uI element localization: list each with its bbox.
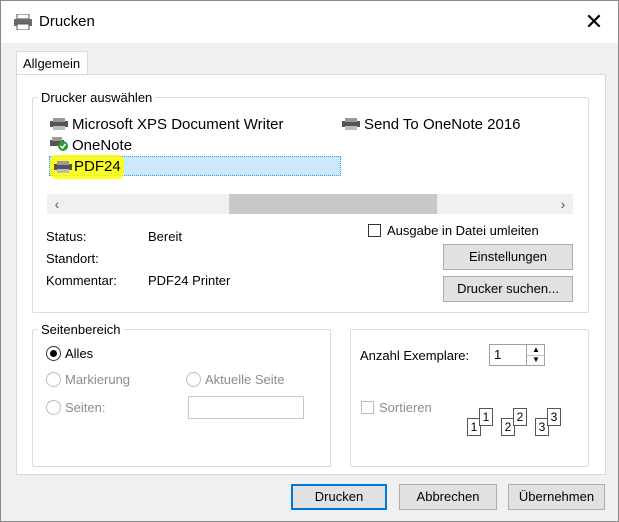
printer-item-pdf24[interactable]: PDF24 xyxy=(49,155,341,179)
printer-icon xyxy=(54,161,72,173)
horizontal-scrollbar[interactable]: ‹ › xyxy=(47,194,573,214)
radio-pages[interactable] xyxy=(46,400,61,415)
copies-value: 1 xyxy=(494,347,502,362)
printer-name: Microsoft XPS Document Writer xyxy=(72,116,284,133)
radio-current-page-label[interactable]: Aktuelle Seite xyxy=(205,372,285,387)
status-label: Status: xyxy=(46,229,87,244)
printer-item-send-to-onenote[interactable]: Send To OneNote 2016 xyxy=(342,116,521,133)
apply-button[interactable]: Übernehmen xyxy=(508,484,605,510)
printer-app-icon xyxy=(13,13,33,31)
printer-default-icon xyxy=(50,137,68,151)
printer-name: PDF24 xyxy=(74,158,121,175)
printer-name: OneNote xyxy=(72,137,133,154)
tab-allgemein[interactable]: Allgemein xyxy=(16,51,88,75)
printer-item-onenote[interactable]: OneNote xyxy=(50,137,132,154)
print-to-file-checkbox[interactable] xyxy=(368,224,381,237)
copies-spinner[interactable]: 1 ▲ ▼ xyxy=(489,344,545,366)
settings-button[interactable]: Einstellungen xyxy=(443,244,573,270)
collate-checkbox[interactable] xyxy=(361,401,374,414)
cancel-button[interactable]: Abbrechen xyxy=(399,484,497,510)
print-to-file-label[interactable]: Ausgabe in Datei umleiten xyxy=(387,223,539,238)
comment-label: Kommentar: xyxy=(46,273,117,288)
spin-down-icon[interactable]: ▼ xyxy=(526,355,545,365)
find-printer-button[interactable]: Drucker suchen... xyxy=(443,276,573,302)
title-bar: Drucken ✕ xyxy=(1,1,618,43)
printer-icon xyxy=(342,117,360,130)
print-button[interactable]: Drucken xyxy=(291,484,387,510)
print-dialog: Drucken ✕ Allgemein Drucker auswählen Mi… xyxy=(0,0,619,522)
collate-page: 1 xyxy=(479,408,493,426)
radio-selection[interactable] xyxy=(46,372,61,387)
page-range-legend: Seitenbereich xyxy=(38,322,124,337)
radio-selection-label[interactable]: Markierung xyxy=(65,372,130,387)
printer-icon xyxy=(50,117,68,130)
scrollbar-thumb[interactable] xyxy=(229,194,437,214)
collate-illustration-icon: 1 1 2 2 3 3 xyxy=(467,406,567,438)
printer-group-legend: Drucker auswählen xyxy=(38,90,156,105)
comment-value: PDF24 Printer xyxy=(148,273,231,288)
scroll-right-icon[interactable]: › xyxy=(553,194,573,214)
printer-item-xps[interactable]: Microsoft XPS Document Writer xyxy=(50,116,283,133)
radio-all-label[interactable]: Alles xyxy=(65,346,93,361)
copies-label: Anzahl Exemplare: xyxy=(360,348,470,363)
close-icon: ✕ xyxy=(584,9,604,34)
pages-input[interactable] xyxy=(188,396,304,419)
printer-name: Send To OneNote 2016 xyxy=(364,116,521,133)
scroll-left-icon[interactable]: ‹ xyxy=(47,194,67,214)
collate-page: 3 xyxy=(547,408,561,426)
window-title: Drucken xyxy=(39,13,95,30)
radio-pages-label[interactable]: Seiten: xyxy=(65,400,105,415)
radio-selected-dot xyxy=(50,350,57,357)
location-label: Standort: xyxy=(46,251,99,266)
status-value: Bereit xyxy=(148,229,182,244)
close-button[interactable]: ✕ xyxy=(579,7,609,37)
collate-label[interactable]: Sortieren xyxy=(379,400,432,415)
radio-all[interactable] xyxy=(46,346,61,361)
collate-page: 2 xyxy=(513,408,527,426)
radio-current-page[interactable] xyxy=(186,372,201,387)
